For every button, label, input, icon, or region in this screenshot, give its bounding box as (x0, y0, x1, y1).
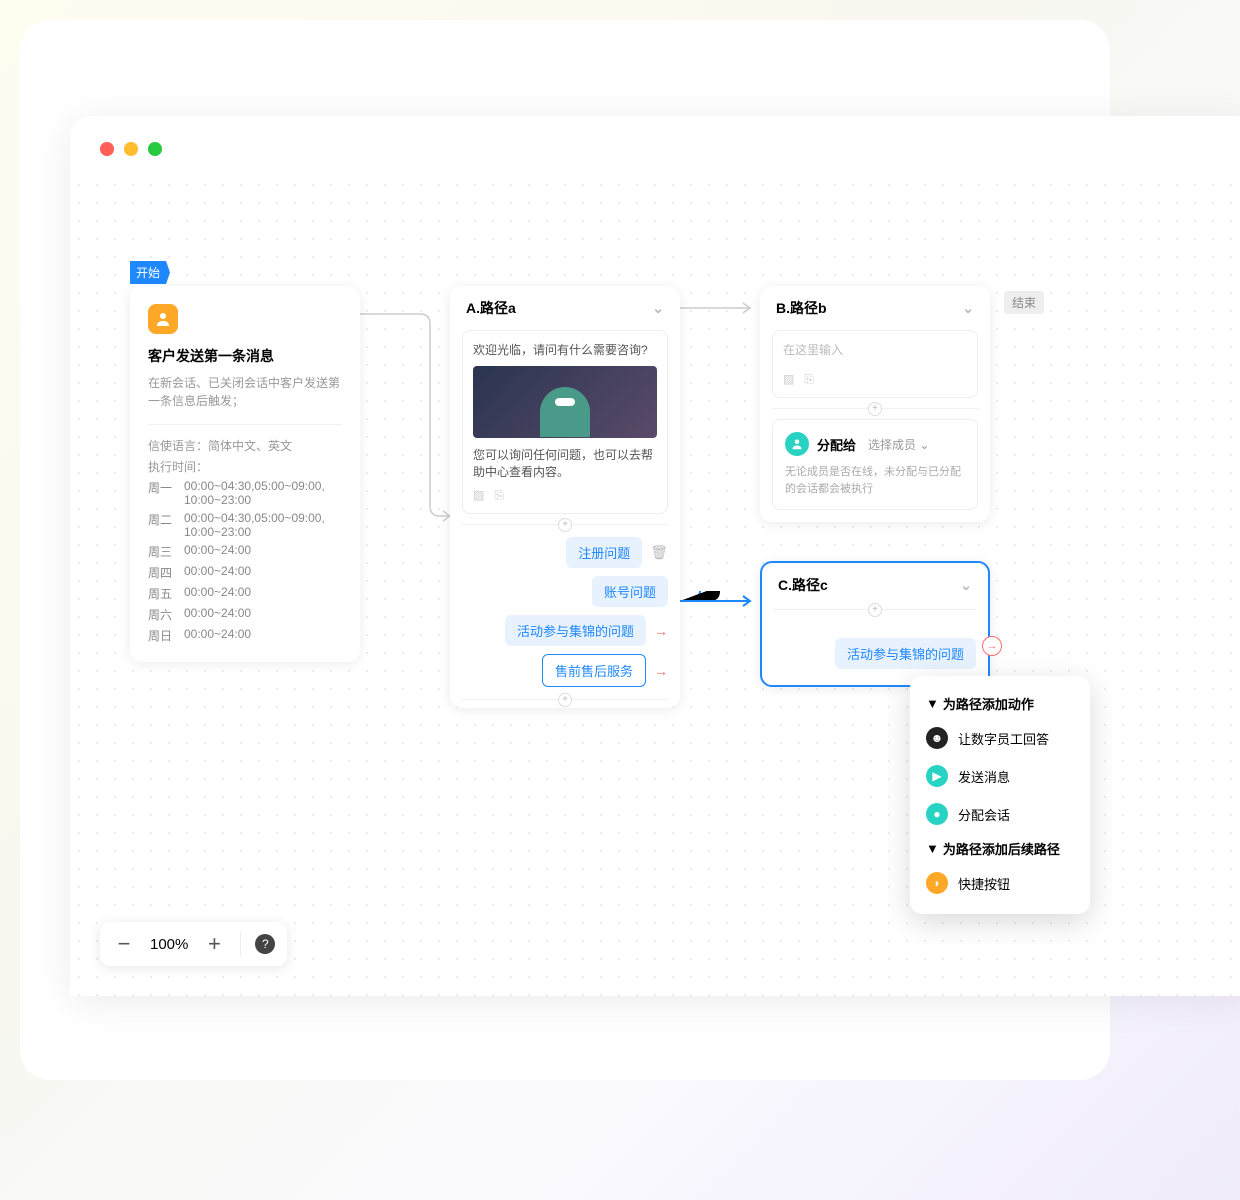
person-icon: ● (926, 803, 948, 825)
arrow-right-icon[interactable]: → (654, 663, 668, 679)
menu-item-assign[interactable]: ● 分配会话 (910, 795, 1090, 833)
path-c-title: C.路径c (778, 575, 828, 595)
schedule-row: 周一00:00~04:30,05:00~09:00, 10:00~23:00 (148, 479, 342, 507)
trigger-description: 在新会话、已关闭会话中客户发送第一条信息后触发； (148, 374, 342, 410)
schedule-row: 周三00:00~24:00 (148, 543, 342, 560)
zoom-level: 100% (144, 936, 194, 953)
flow-canvas[interactable]: 开始 结束 客户发送第一条消息 在新会话、已关闭会话中客户发送第一条信息后触发；… (70, 176, 1240, 996)
trigger-node[interactable]: 客户发送第一条消息 在新会话、已关闭会话中客户发送第一条信息后触发； 信使语言：… (130, 286, 360, 662)
schedule-row: 周四00:00~24:00 (148, 564, 342, 581)
link-icon[interactable]: ⎘ (494, 488, 504, 503)
message-input[interactable]: 在这里输入 ▨ ⎘ (772, 330, 978, 398)
path-a-title: A.路径a (466, 298, 516, 318)
trigger-title: 客户发送第一条消息 (148, 346, 342, 366)
member-select[interactable]: 选择成员 ⌄ (868, 436, 929, 453)
schedule-row: 周日00:00~24:00 (148, 627, 342, 644)
image-placeholder (473, 366, 657, 438)
image-icon[interactable]: ▨ (783, 372, 794, 387)
path-b-node[interactable]: B.路径b ⌄ 在这里输入 ▨ ⎘ + 分配给 选择成员 ⌄ (760, 286, 990, 522)
quick-reply-account[interactable]: 账号问题 (592, 576, 668, 607)
delete-icon[interactable]: 🗑 (650, 544, 668, 561)
chevron-down-icon[interactable]: ⌄ (962, 300, 974, 317)
path-b-title: B.路径b (776, 298, 827, 318)
assign-block[interactable]: 分配给 选择成员 ⌄ 无论成员是否在线，未分配与已分配的会话都会被执行 (772, 419, 978, 510)
app-window: 开始 结束 客户发送第一条消息 在新会话、已关闭会话中客户发送第一条信息后触发；… (70, 116, 1240, 996)
schedule-row: 周五00:00~24:00 (148, 585, 342, 602)
menu-item-ai-reply[interactable]: ☻ 让数字员工回答 (910, 719, 1090, 757)
smile-icon: ☻ (926, 727, 948, 749)
maximize-icon[interactable] (148, 142, 162, 156)
zoom-controls: − 100% + ? (100, 922, 287, 966)
path-c-node[interactable]: C.路径c ⌄ + 活动参与集锦的问题 (760, 561, 990, 687)
output-port[interactable]: → (982, 636, 1002, 656)
add-step-button[interactable]: + (462, 524, 668, 525)
context-menu: ▼ 为路径添加动作 ☻ 让数字员工回答 ▶ 发送消息 ● 分配会话 ▼ 为路径添… (910, 676, 1090, 914)
link-icon[interactable]: ⎘ (804, 372, 814, 387)
close-icon[interactable] (100, 142, 114, 156)
schedule-row: 周二00:00~04:30,05:00~09:00, 10:00~23:00 (148, 511, 342, 539)
zoom-in-button[interactable]: + (194, 922, 234, 966)
help-button[interactable]: ? (255, 934, 275, 954)
person-icon (785, 432, 809, 456)
image-icon[interactable]: ▨ (473, 488, 484, 503)
menu-section-actions: ▼ 为路径添加动作 (910, 688, 1090, 719)
add-step-button[interactable]: + (772, 408, 978, 409)
path-a-node[interactable]: A.路径a ⌄ 欢迎光临，请问有什么需要咨询? 您可以询问任何问题，也可以去帮助… (450, 286, 680, 708)
schedule-row: 周六00:00~24:00 (148, 606, 342, 623)
menu-item-send-message[interactable]: ▶ 发送消息 (910, 757, 1090, 795)
add-step-button[interactable]: + (462, 699, 668, 700)
zoom-out-button[interactable]: − (104, 922, 144, 966)
button-icon: ◗ (926, 872, 948, 894)
quick-reply-activity[interactable]: 活动参与集锦的问题 (505, 615, 646, 646)
chevron-down-icon[interactable]: ⌄ (652, 300, 664, 317)
message-block[interactable]: 欢迎光临，请问有什么需要咨询? 您可以询问任何问题，也可以去帮助中心查看内容。 … (462, 330, 668, 514)
chevron-down-icon[interactable]: ⌄ (960, 577, 972, 594)
play-icon: ▶ (926, 765, 948, 787)
person-icon (148, 304, 178, 334)
quick-reply-activity[interactable]: 活动参与集锦的问题 (835, 638, 976, 669)
add-step-button[interactable]: + (774, 609, 976, 610)
start-badge: 开始 (130, 261, 170, 284)
minimize-icon[interactable] (124, 142, 138, 156)
menu-section-paths: ▼ 为路径添加后续路径 (910, 833, 1090, 864)
menu-item-quick-button[interactable]: ◗ 快捷按钮 (910, 864, 1090, 902)
quick-reply-service[interactable]: 售前售后服务 (542, 654, 646, 687)
end-badge: 结束 (1004, 291, 1044, 314)
traffic-lights (100, 142, 162, 156)
arrow-right-icon[interactable]: → (654, 623, 668, 639)
quick-reply-register[interactable]: 注册问题 (566, 537, 642, 568)
